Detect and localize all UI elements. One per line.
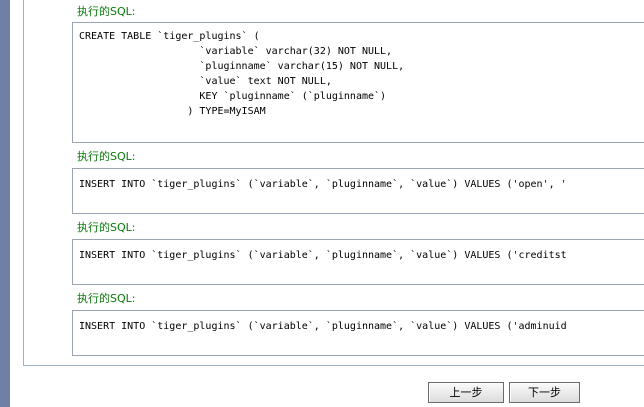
sql-text-4: INSERT INTO `tiger_plugins` (`variable`,…	[79, 321, 567, 332]
sql-label-2: 执行的SQL:	[77, 150, 136, 163]
sql-text-3: INSERT INTO `tiger_plugins` (`variable`,…	[79, 250, 567, 261]
next-step-button[interactable]: 下一步	[509, 382, 580, 403]
sql-box-4[interactable]: INSERT INTO `tiger_plugins` (`variable`,…	[72, 310, 644, 356]
sql-box-2[interactable]: INSERT INTO `tiger_plugins` (`variable`,…	[72, 168, 644, 214]
sql-label-1: 执行的SQL:	[77, 5, 136, 18]
sql-label-3: 执行的SQL:	[77, 221, 136, 234]
sql-label-4: 执行的SQL:	[77, 292, 136, 305]
sql-text-1: CREATE TABLE `tiger_plugins` ( `variable…	[79, 31, 405, 117]
left-sidebar-rail	[0, 0, 10, 407]
sql-text-2: INSERT INTO `tiger_plugins` (`variable`,…	[79, 179, 567, 190]
sql-box-3[interactable]: INSERT INTO `tiger_plugins` (`variable`,…	[72, 239, 644, 285]
prev-step-button[interactable]: 上一步	[428, 382, 504, 403]
sql-box-1[interactable]: CREATE TABLE `tiger_plugins` ( `variable…	[72, 22, 644, 143]
